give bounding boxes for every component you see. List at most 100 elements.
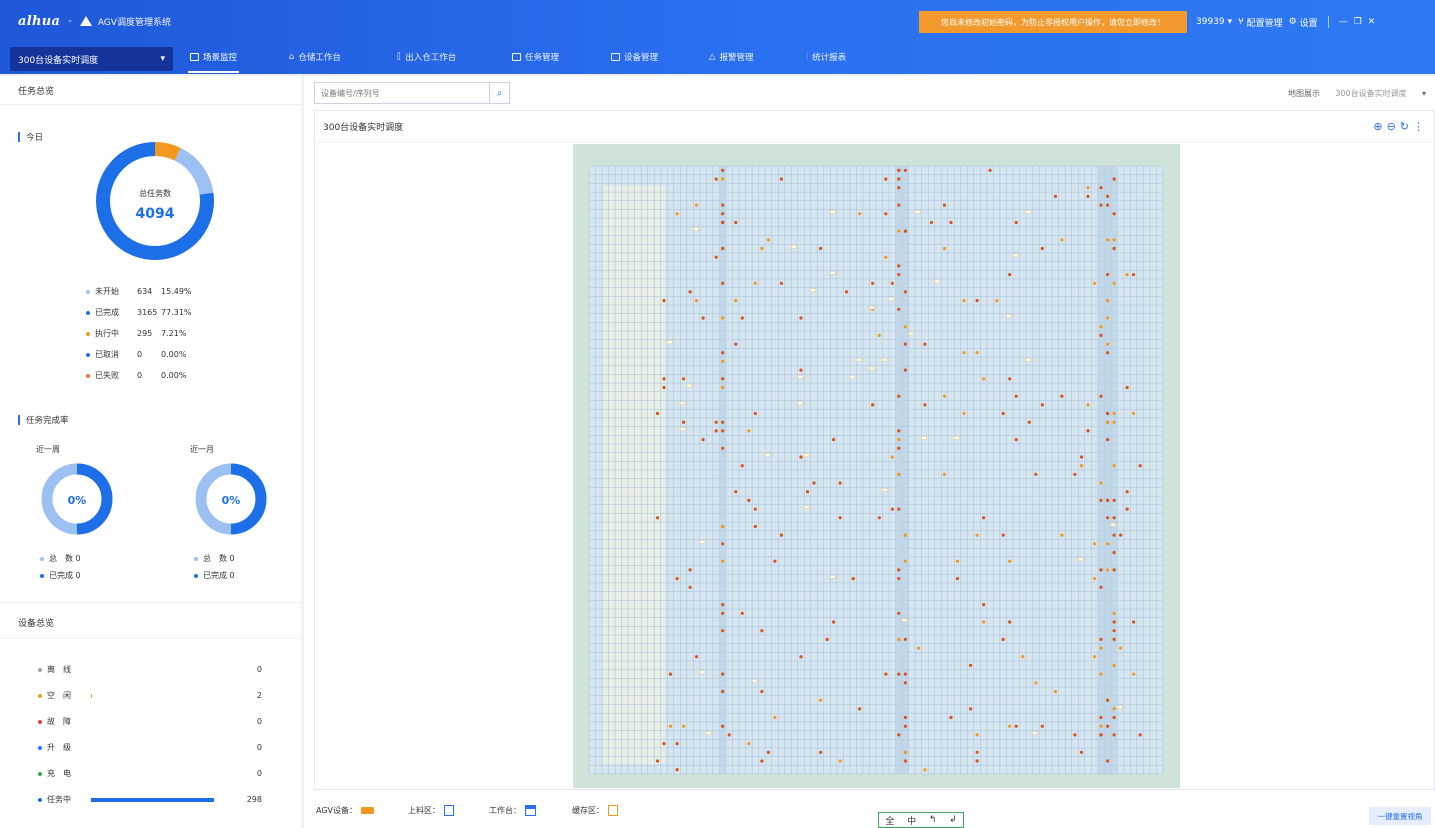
legend-pct: 15.49%: [161, 287, 192, 296]
cargo-marker: [797, 401, 803, 405]
agv-marker: [903, 325, 907, 329]
agv-marker: [975, 733, 979, 737]
agv-marker: [721, 220, 725, 225]
map-toolbar: ⊕ ⊖ ↻ ⋮: [1373, 120, 1424, 133]
top-bar: alhua - AGV调度管理系统 您尚未修改初始密码，为防止非授权用户操作，请…: [0, 0, 1435, 74]
agv-marker: [903, 637, 907, 641]
agv-marker: [897, 273, 901, 277]
config-button[interactable]: ⑂ 配置管理: [1238, 16, 1282, 29]
cargo-marker: [954, 436, 960, 440]
user-menu[interactable]: 39939 ▾: [1196, 17, 1232, 27]
agv-marker: [897, 429, 901, 433]
agv-marker: [1112, 411, 1116, 416]
restore-button[interactable]: ❐: [1354, 17, 1362, 27]
device-status-row: 空 闲 2: [38, 690, 262, 701]
tab-device-management[interactable]: 设备管理: [611, 51, 658, 63]
agv-marker: [1112, 620, 1116, 624]
agv-marker: [923, 403, 927, 407]
minimize-button[interactable]: —: [1339, 17, 1348, 27]
agv-marker: [1099, 481, 1103, 485]
center-view-button[interactable]: 中: [907, 814, 916, 827]
zoom-in-icon[interactable]: ⊕: [1373, 120, 1382, 133]
agv-marker: [955, 577, 960, 581]
agv-marker: [1106, 316, 1110, 320]
agv-marker: [1112, 707, 1116, 711]
tab-inout-workbench[interactable]: ⟦ 出入仓工作台: [397, 51, 456, 63]
tab-warehouse-workbench[interactable]: ⌂ 仓储工作台: [289, 51, 341, 63]
agv-marker: [1099, 394, 1103, 398]
tab-statistics[interactable]: ⫶ 统计报表: [806, 51, 846, 63]
cargo-marker: [1025, 210, 1032, 214]
agv-marker: [753, 507, 757, 511]
more-icon[interactable]: ⋮: [1413, 120, 1424, 133]
agv-marker: [903, 229, 907, 233]
agv-marker: [760, 629, 764, 633]
left-sidebar: 任务总览 今日 总任务数 4094 未开始 634 15.49% 已完成 3165 77.…: [0, 76, 301, 828]
tab-scene-monitor[interactable]: 场景监控: [187, 51, 240, 73]
agv-marker: [1106, 420, 1110, 424]
legend-dot: [40, 573, 44, 578]
scene-selector[interactable]: 300台设备实时调度 ▾: [10, 47, 173, 71]
cargo-marker: [751, 679, 758, 683]
agv-logo-icon: [79, 16, 92, 26]
agv-marker: [1112, 212, 1116, 216]
legend-count: 295: [137, 329, 153, 338]
cargo-marker: [908, 331, 914, 336]
warehouse-map[interactable]: [573, 144, 1180, 788]
agv-marker: [897, 168, 901, 172]
agv-marker: [721, 672, 725, 676]
month-done-label: 已完成: [203, 571, 227, 580]
agv-marker: [942, 203, 947, 207]
device-search-input[interactable]: [315, 88, 489, 98]
legend-label: 已完成: [95, 308, 119, 317]
tab-label: 设备管理: [624, 53, 659, 63]
settings-button[interactable]: ⚙ 设置: [1289, 16, 1318, 29]
map-panel-header: 300台设备实时调度 ⊕ ⊖ ↻ ⋮: [315, 111, 1434, 143]
status-dot: [38, 797, 42, 802]
agv-marker: [975, 351, 979, 355]
agv-marker: [988, 168, 992, 172]
agv-marker: [1001, 411, 1005, 416]
config-icon: ⑂: [1238, 17, 1244, 27]
agv-marker: [1099, 568, 1103, 572]
password-warning-banner[interactable]: 您尚未修改初始密码，为防止非授权用户操作，请您立即修改！: [919, 11, 1187, 33]
agv-marker: [721, 212, 725, 216]
total-task-value: 4094: [135, 206, 175, 222]
device-overview-title: 设备总览: [18, 619, 55, 629]
status-dot: [38, 693, 42, 698]
map-display-selector[interactable]: 地图展示 300台设备实时调度 ▾: [1284, 82, 1430, 104]
agv-marker: [1119, 533, 1123, 537]
tab-alarm-management[interactable]: △ 报警管理: [709, 51, 754, 63]
reset-view-button[interactable]: 一键重置视角: [1369, 807, 1431, 825]
rotate-left-icon[interactable]: ↰: [929, 815, 937, 825]
agv-marker: [884, 212, 888, 216]
month-completion-pct: 0%: [221, 494, 241, 507]
tab-task-management[interactable]: 任务管理: [512, 51, 559, 63]
agv-marker: [884, 672, 888, 676]
agv-marker: [1112, 715, 1116, 720]
agv-marker: [1053, 689, 1057, 694]
legend-label: 未开始: [95, 287, 119, 296]
tab-label: 报警管理: [719, 53, 754, 63]
rotate-right-icon[interactable]: ↲: [949, 815, 957, 825]
agv-marker: [760, 246, 764, 251]
agv-marker: [942, 472, 947, 476]
close-button[interactable]: ✕: [1368, 17, 1376, 27]
task-legend-row: 执行中 295 7.21%: [86, 328, 186, 339]
refresh-icon[interactable]: ↻: [1400, 120, 1409, 133]
map-legend-bar: AGV设备： 上料区： 工作台： 缓存区： 全 中 ↰ ↲ 一键重置视角: [304, 796, 1435, 828]
chevron-down-icon: ▾: [160, 54, 165, 64]
full-view-button[interactable]: 全: [885, 814, 894, 827]
agv-marker: [1060, 533, 1064, 537]
search-button[interactable]: ⌕: [489, 83, 509, 103]
agv-marker: [721, 724, 725, 728]
cargo-marker: [869, 366, 875, 371]
zoom-out-icon[interactable]: ⊖: [1387, 120, 1396, 133]
agv-marker: [1106, 542, 1110, 546]
agv-marker: [721, 420, 725, 424]
agv-marker: [721, 611, 725, 615]
agv-marker: [1040, 724, 1044, 728]
agv-marker: [955, 559, 960, 563]
agv-marker: [675, 768, 679, 772]
agv-marker: [1112, 464, 1116, 468]
